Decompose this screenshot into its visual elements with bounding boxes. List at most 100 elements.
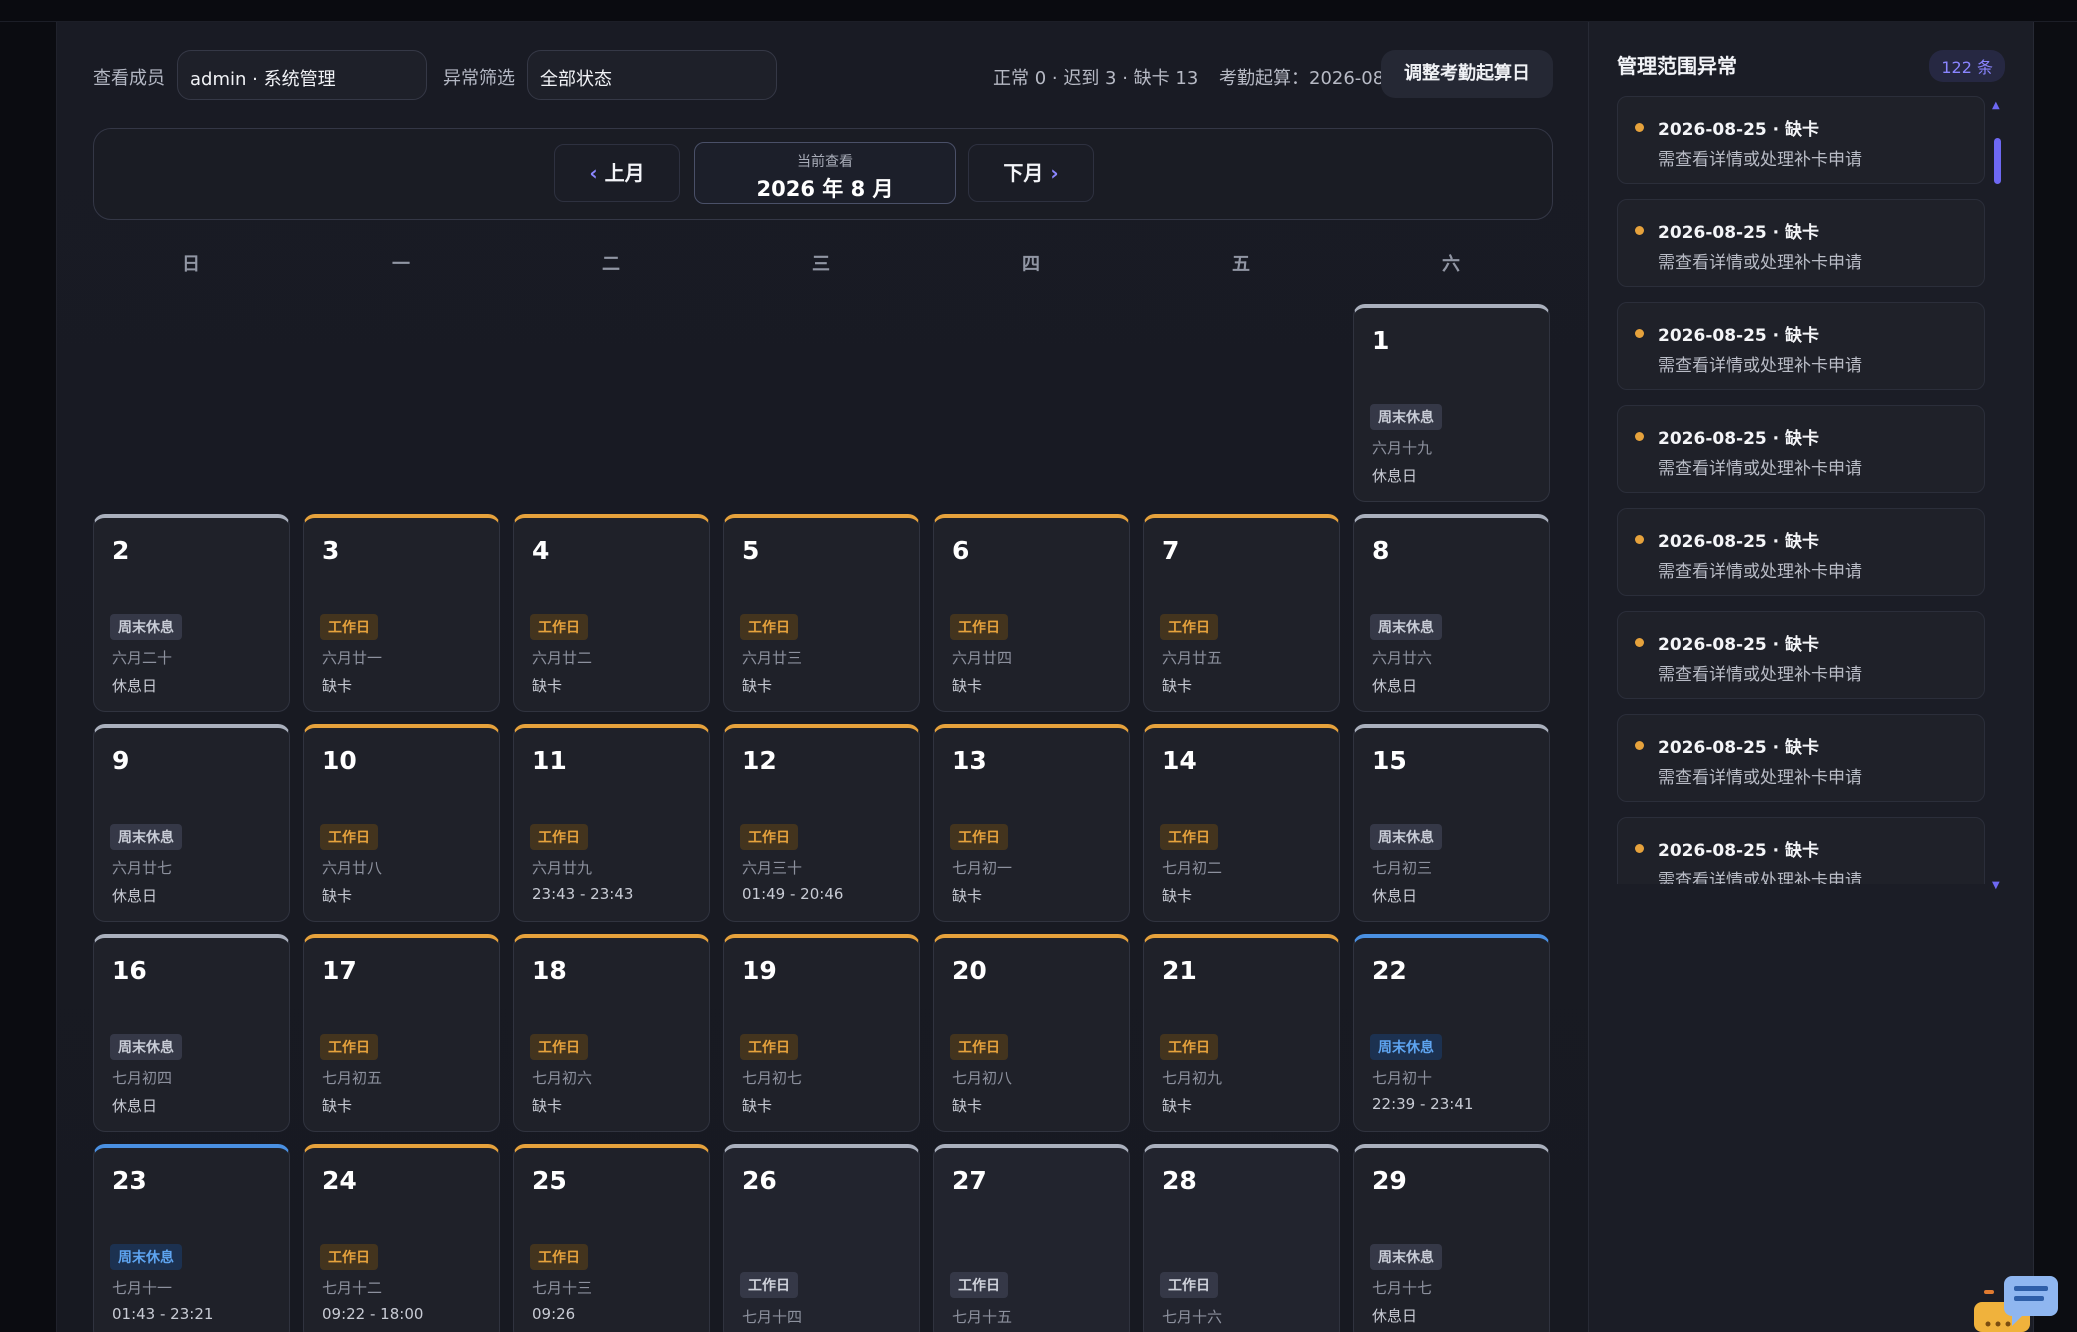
day-number: 5 — [742, 536, 760, 565]
next-month-button[interactable]: 下月 › — [968, 144, 1094, 202]
day-number: 10 — [322, 746, 357, 775]
calendar-day-cell[interactable]: 29 周末休息 七月十七 休息日 — [1353, 1144, 1550, 1332]
calendar-day-cell[interactable]: 20 工作日 七月初八 缺卡 — [933, 934, 1130, 1132]
day-type-tag: 工作日 — [1160, 1034, 1218, 1060]
scroll-down-arrow-icon[interactable]: ▼ — [1992, 880, 2000, 891]
chevron-left-icon: ‹ — [589, 161, 598, 185]
day-type-tag: 工作日 — [530, 614, 588, 640]
lunar-date: 六月廿六 — [1372, 649, 1433, 667]
calendar-day-cell[interactable]: 6 工作日 六月廿四 缺卡 — [933, 514, 1130, 712]
exception-title: 2026-08-25 · 缺卡 — [1658, 223, 1820, 243]
warning-dot-icon — [1635, 432, 1644, 441]
weekday-fri: 五 — [1232, 254, 1250, 275]
calendar-day-cell[interactable]: 24 工作日 七月十二 09:22 - 18:00 — [303, 1144, 500, 1332]
exception-list-item[interactable]: 2026-08-25 · 缺卡 需查看详情或处理补卡申请 — [1617, 817, 1985, 884]
current-month-display: 当前查看 2026 年 8 月 — [694, 142, 956, 204]
day-type-tag: 工作日 — [950, 1034, 1008, 1060]
member-select[interactable]: admin · 系统管理 — [177, 50, 427, 100]
day-number: 19 — [742, 956, 777, 985]
lunar-date: 六月廿九 — [532, 859, 593, 877]
attendance-status: 休息日 — [1372, 1307, 1418, 1325]
calendar-day-cell[interactable]: 16 周末休息 七月初四 休息日 — [93, 934, 290, 1132]
exception-title: 2026-08-25 · 缺卡 — [1658, 120, 1820, 140]
exception-description: 需查看详情或处理补卡申请 — [1658, 253, 1862, 273]
calendar-day-cell[interactable]: 8 周末休息 六月廿六 休息日 — [1353, 514, 1550, 712]
exception-list-item[interactable]: 2026-08-25 · 缺卡 需查看详情或处理补卡申请 — [1617, 714, 1985, 802]
calendar-day-cell[interactable]: 25 工作日 七月十三 09:26 — [513, 1144, 710, 1332]
exception-panel: 管理范围异常 122 条 2026-08-25 · 缺卡 需查看详情或处理补卡申请… — [1588, 22, 2034, 1332]
calendar-day-cell[interactable]: 12 工作日 六月三十 01:49 - 20:46 — [723, 724, 920, 922]
calendar-day-cell[interactable]: 2 周末休息 六月二十 休息日 — [93, 514, 290, 712]
exception-scrollbar[interactable]: ▲ ▼ — [1992, 100, 2003, 891]
chevron-right-icon: › — [1050, 161, 1059, 185]
calendar-day-cell[interactable]: 28 工作日 七月十六 — [1143, 1144, 1340, 1332]
day-number: 18 — [532, 956, 567, 985]
calendar-day-cell[interactable]: 23 周末休息 七月十一 01:43 - 23:21 — [93, 1144, 290, 1332]
lunar-date: 七月初一 — [952, 859, 1013, 877]
lunar-date: 七月初四 — [112, 1069, 173, 1087]
calendar-day-cell[interactable]: 7 工作日 六月廿五 缺卡 — [1143, 514, 1340, 712]
day-number: 25 — [532, 1166, 567, 1195]
warning-dot-icon — [1635, 123, 1644, 132]
calendar-day-cell[interactable]: 21 工作日 七月初九 缺卡 — [1143, 934, 1340, 1132]
calendar-day-cell[interactable]: 14 工作日 七月初二 缺卡 — [1143, 724, 1340, 922]
next-month-label: 下月 — [1003, 161, 1044, 185]
day-type-tag: 工作日 — [320, 1034, 378, 1060]
day-type-tag: 工作日 — [320, 1244, 378, 1270]
exception-list-item[interactable]: 2026-08-25 · 缺卡 需查看详情或处理补卡申请 — [1617, 302, 1985, 390]
scroll-up-arrow-icon[interactable]: ▲ — [1992, 100, 2000, 111]
exception-list-item[interactable]: 2026-08-25 · 缺卡需查看详情或处理补卡申请 — [1617, 96, 1985, 184]
lunar-date: 六月廿八 — [322, 859, 383, 877]
calendar-day-cell[interactable]: 18 工作日 七月初六 缺卡 — [513, 934, 710, 1132]
prev-month-button[interactable]: ‹ 上月 — [554, 144, 680, 202]
lunar-date: 七月初六 — [532, 1069, 593, 1087]
toolbar: 查看成员 admin · 系统管理 异常筛选 全部状态 正常 0 · 迟到 3 … — [93, 50, 1553, 102]
exception-title: 2026-08-25 · 缺卡 — [1658, 841, 1820, 861]
adjust-start-button[interactable]: 调整考勤起算日 — [1381, 50, 1553, 98]
day-number: 26 — [742, 1166, 777, 1195]
left-gutter — [0, 22, 56, 1332]
exception-description: 需查看详情或处理补卡申请 — [1658, 665, 1862, 685]
calendar-day-cell[interactable]: 15 周末休息 七月初三 休息日 — [1353, 724, 1550, 922]
calendar-day-cell[interactable]: 5 工作日 六月廿三 缺卡 — [723, 514, 920, 712]
lunar-date: 六月二十 — [112, 649, 173, 667]
day-type-tag: 工作日 — [530, 824, 588, 850]
calendar-day-cell[interactable]: 22 周末休息 七月初十 22:39 - 23:41 — [1353, 934, 1550, 1132]
exception-description: 需查看详情或处理补卡申请 — [1658, 150, 1862, 170]
calendar-day-cell[interactable]: 13 工作日 七月初一 缺卡 — [933, 724, 1130, 922]
calendar-day-cell[interactable]: 11 工作日 六月廿九 23:43 - 23:43 — [513, 724, 710, 922]
weekday-sat: 六 — [1442, 254, 1460, 275]
member-label: 查看成员 — [93, 68, 165, 89]
calendar-day-cell[interactable]: 26 工作日 七月十四 — [723, 1144, 920, 1332]
calendar-day-cell[interactable]: 9 周末休息 六月廿七 休息日 — [93, 724, 290, 922]
calendar-day-cell[interactable]: 4 工作日 六月廿二 缺卡 — [513, 514, 710, 712]
calendar-day-cell[interactable]: 10 工作日 六月廿八 缺卡 — [303, 724, 500, 922]
scrollbar-thumb[interactable] — [1994, 138, 2001, 184]
exception-panel-title: 管理范围异常 — [1617, 54, 1737, 78]
exception-list-item[interactable]: 2026-08-25 · 缺卡 需查看详情或处理补卡申请 — [1617, 508, 1985, 596]
day-number: 23 — [112, 1166, 147, 1195]
warning-dot-icon — [1635, 329, 1644, 338]
day-type-tag: 工作日 — [740, 1034, 798, 1060]
calendar-day-cell[interactable]: 17 工作日 七月初五 缺卡 — [303, 934, 500, 1132]
filter-select[interactable]: 全部状态 — [527, 50, 777, 100]
day-number: 29 — [1372, 1166, 1407, 1195]
attendance-status: 缺卡 — [1162, 1097, 1193, 1115]
attendance-status: 23:43 - 23:43 — [532, 885, 634, 903]
exception-list-item[interactable]: 2026-08-25 · 缺卡 需查看详情或处理补卡申请 — [1617, 405, 1985, 493]
day-number: 28 — [1162, 1166, 1197, 1195]
attendance-status: 缺卡 — [322, 1097, 353, 1115]
day-type-tag: 工作日 — [320, 824, 378, 850]
calendar-day-cell[interactable]: 19 工作日 七月初七 缺卡 — [723, 934, 920, 1132]
chat-button[interactable] — [1972, 1272, 2062, 1332]
day-number: 13 — [952, 746, 987, 775]
calendar-day-cell[interactable]: 3 工作日 六月廿一 缺卡 — [303, 514, 500, 712]
exception-list-item[interactable]: 2026-08-25 · 缺卡 需查看详情或处理补卡申请 — [1617, 611, 1985, 699]
calendar-day-cell[interactable]: 27 工作日 七月十五 — [933, 1144, 1130, 1332]
exception-list-item[interactable]: 2026-08-25 · 缺卡需查看详情或处理补卡申请 — [1617, 199, 1985, 287]
lunar-date: 六月廿三 — [742, 649, 803, 667]
day-number: 15 — [1372, 746, 1407, 775]
day-type-tag: 工作日 — [530, 1034, 588, 1060]
exception-description: 需查看详情或处理补卡申请 — [1658, 562, 1862, 582]
calendar-day-cell[interactable]: 1 周末休息 六月十九 休息日 — [1353, 304, 1550, 502]
